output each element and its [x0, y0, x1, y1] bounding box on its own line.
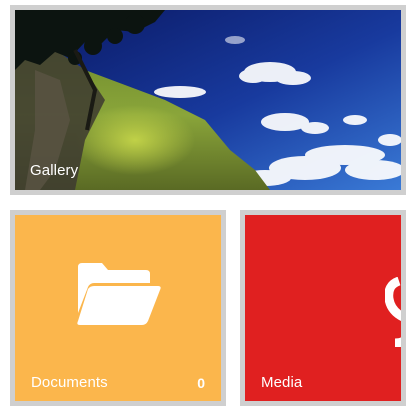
- media-tile[interactable]: Media: [240, 210, 406, 406]
- media-icon: [385, 277, 401, 347]
- documents-count-badge: 0: [197, 375, 205, 391]
- tile-dashboard: Gallery Documents 0 Media: [0, 0, 406, 409]
- gallery-label: Gallery: [30, 162, 79, 179]
- documents-label: Documents: [31, 374, 108, 391]
- folder-open-icon: [77, 263, 161, 325]
- gallery-tile[interactable]: Gallery: [10, 5, 406, 195]
- documents-tile[interactable]: Documents 0: [10, 210, 226, 406]
- media-label: Media: [261, 374, 303, 391]
